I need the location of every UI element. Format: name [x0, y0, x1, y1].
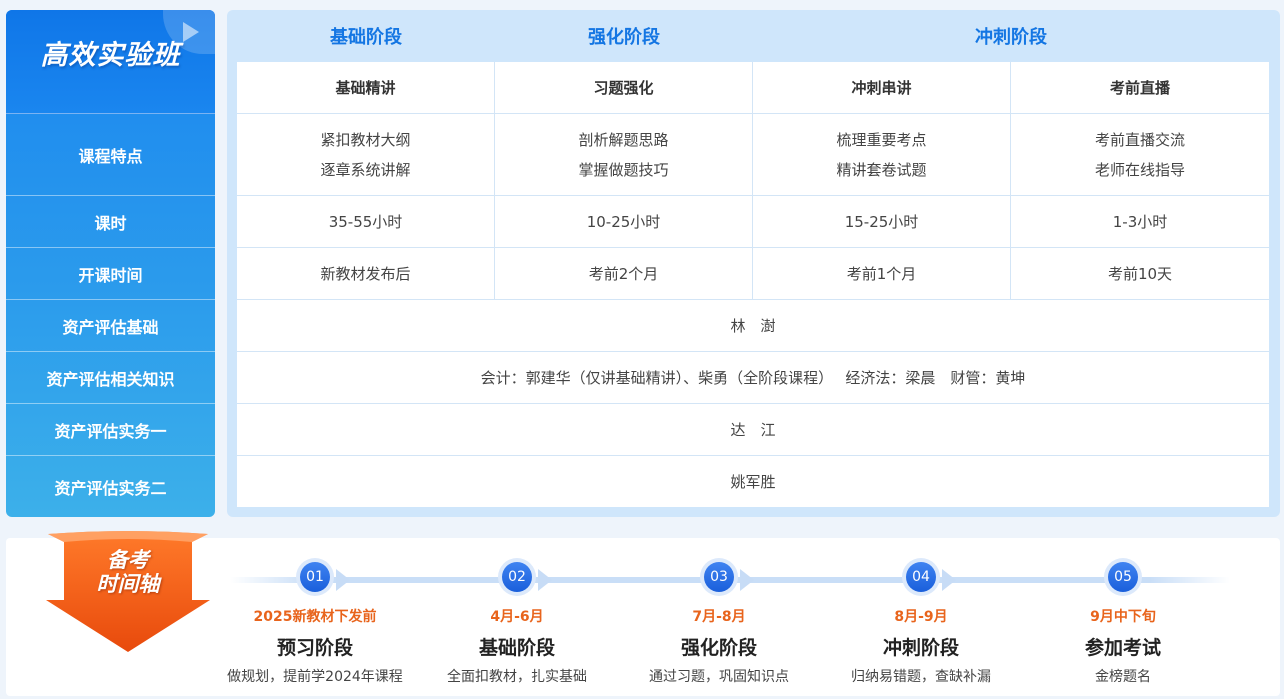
step-title: 预习阶段	[276, 637, 353, 659]
table-row-start-time: 新教材发布后 考前2个月 考前1个月 考前10天	[237, 248, 1269, 300]
row-label-subject-1: 资产评估基础	[6, 300, 215, 352]
feature-line: 考前直播交流	[1094, 130, 1185, 149]
feature-line: 剖析解题思路	[578, 130, 669, 149]
row-label-subject-3: 资产评估实务一	[6, 404, 215, 456]
column-header: 考前直播	[1109, 78, 1170, 97]
table-row-teacher: 林 澍	[237, 300, 1269, 352]
feature-line: 老师在线指导	[1094, 160, 1185, 179]
step-number: 02	[502, 562, 532, 592]
feature-line: 梳理重要考点	[836, 130, 927, 149]
step-date: 7月-8月	[692, 609, 746, 625]
table-cell: 15-25小时	[753, 196, 1011, 247]
step-title: 冲刺阶段	[882, 637, 959, 659]
step-title: 参加考试	[1084, 637, 1161, 659]
timeline-step: 03 7月-8月 强化阶段 通过习题，巩固知识点	[619, 558, 819, 686]
table-row-teacher: 会计：郭建华（仅讲基础精讲）、柴勇（全阶段课程） 经济法：梁晨 财管：黄坤	[237, 352, 1269, 404]
table-row-hours: 35-55小时 10-25小时 15-25小时 1-3小时	[237, 196, 1269, 248]
step-description: 做规划，提前学2024年课程	[227, 669, 403, 685]
table-row-features: 紧扣教材大纲 逐章系统讲解 剖析解题思路 掌握做题技巧 梳理重要考点 精讲套卷试…	[237, 114, 1269, 196]
phase-header-sprint: 冲刺阶段	[975, 27, 1047, 48]
teacher-cell: 姚军胜	[730, 473, 776, 491]
step-date: 9月中下旬	[1090, 609, 1156, 625]
step-number: 03	[704, 562, 734, 592]
row-label-subject-4: 资产评估实务二	[54, 478, 167, 498]
table-cell: 10-25小时	[495, 196, 753, 247]
table-cell: 考前10天	[1107, 264, 1173, 283]
teacher-cell: 会计：郭建华（仅讲基础精讲）、柴勇（全阶段课程） 经济法：梁晨 财管：黄坤	[480, 369, 1026, 387]
step-description: 归纳易错题，查缺补漏	[851, 669, 991, 685]
timeline-step: 04 8月-9月 冲刺阶段 归纳易错题，查缺补漏	[821, 558, 1021, 686]
table-row-teacher: 达 江	[237, 404, 1269, 456]
timeline-badge: 备考 时间轴	[42, 528, 214, 658]
badge-line: 备考	[107, 548, 149, 572]
step-number: 04	[906, 562, 936, 592]
step-date: 4月-6月	[490, 609, 544, 625]
row-label-hours: 课时	[6, 196, 215, 248]
exam-timeline: 备考 时间轴 01 2025新教材下发前 预习阶段 做规划，提前学2024年课程…	[6, 531, 1280, 696]
table-cell: 紧扣教材大纲 逐章系统讲解	[237, 114, 495, 195]
table-cell: 考前1个月	[753, 248, 1011, 299]
step-description: 通过习题，巩固知识点	[649, 669, 789, 685]
table-cell: 梳理重要考点 精讲套卷试题	[753, 114, 1011, 195]
table-cell: 考前直播交流 老师在线指导	[1011, 114, 1269, 195]
table-row-teacher: 姚军胜	[237, 456, 1269, 507]
timeline-step: 01 2025新教材下发前 预习阶段 做规划，提前学2024年课程	[215, 558, 415, 686]
row-label-subject-2: 资产评估相关知识	[6, 352, 215, 404]
step-title: 基础阶段	[478, 637, 555, 659]
table-cell: 剖析解题思路 掌握做题技巧	[495, 114, 753, 195]
feature-line: 紧扣教材大纲	[320, 130, 411, 149]
column-header: 习题强化	[495, 62, 753, 113]
step-description: 全面扣教材，扎实基础	[447, 669, 587, 685]
row-label-features: 课程特点	[6, 114, 215, 196]
step-description: 金榜题名	[1095, 669, 1151, 685]
step-date: 8月-9月	[894, 609, 948, 625]
step-title: 强化阶段	[680, 637, 757, 659]
feature-line: 掌握做题技巧	[578, 160, 669, 179]
timeline-step: 05 9月中下旬 参加考试 金榜题名	[1023, 558, 1223, 686]
phase-header-basic: 基础阶段	[330, 27, 402, 48]
feature-line: 精讲套卷试题	[836, 160, 927, 179]
table-cell: 考前2个月	[495, 248, 753, 299]
timeline-step: 02 4月-6月 基础阶段 全面扣教材，扎实基础	[417, 558, 617, 686]
phase-header-strengthen: 强化阶段	[588, 27, 660, 48]
teacher-cell: 林 澍	[730, 317, 776, 335]
table-cell: 35-55小时	[237, 196, 495, 247]
table-cell: 1-3小时	[1112, 212, 1168, 231]
course-table: 基础精讲 习题强化 冲刺串讲 考前直播 紧扣教材大纲 逐章系统讲解 剖析解题思路…	[237, 62, 1269, 507]
class-title: 高效实验班	[40, 40, 181, 71]
course-table-panel: 基础阶段 强化阶段 冲刺阶段 基础精讲 习题强化 冲刺串讲 考前直播 紧扣教材大…	[227, 10, 1280, 517]
step-number: 01	[300, 562, 330, 592]
class-title-header: 高效实验班	[6, 10, 215, 114]
course-label-column: 高效实验班 课程特点 课时 开课时间 资产评估基础 资产评估相关知识 资产评估实…	[6, 10, 215, 517]
column-header: 冲刺串讲	[753, 62, 1011, 113]
table-cell: 新教材发布后	[237, 248, 495, 299]
feature-line: 逐章系统讲解	[320, 160, 411, 179]
badge-line: 时间轴	[96, 572, 160, 596]
row-label-start-time: 开课时间	[6, 248, 215, 300]
step-date: 2025新教材下发前	[253, 609, 377, 625]
column-header: 基础精讲	[237, 62, 495, 113]
teacher-cell: 达 江	[730, 421, 776, 439]
table-row-columns: 基础精讲 习题强化 冲刺串讲 考前直播	[237, 62, 1269, 114]
step-number: 05	[1108, 562, 1138, 592]
